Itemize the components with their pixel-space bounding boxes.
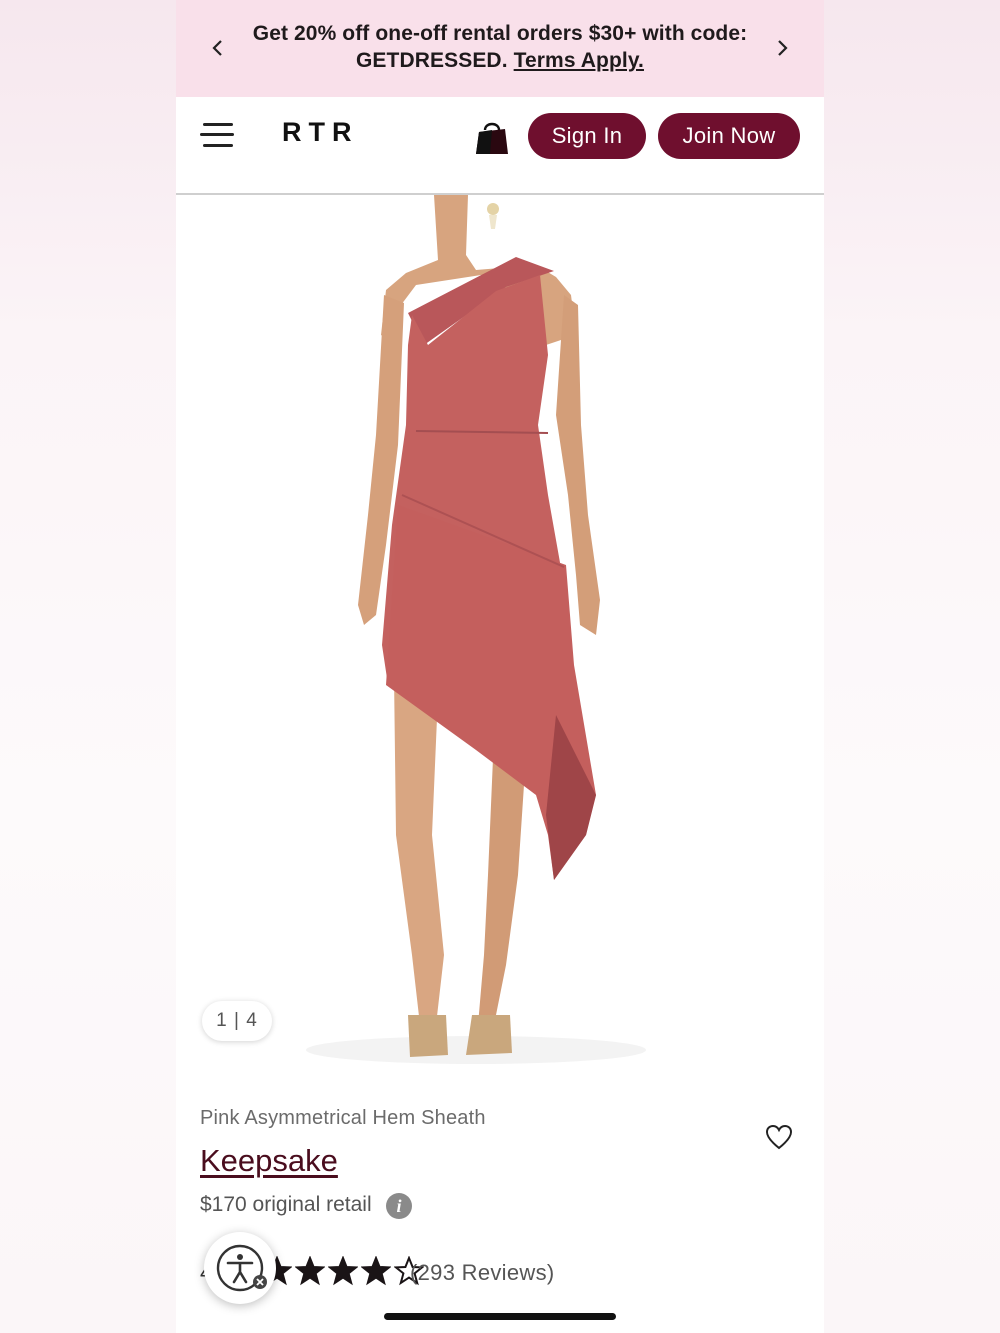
sign-in-button[interactable]: Sign In: [528, 113, 646, 159]
brand-link[interactable]: Keepsake: [200, 1143, 338, 1179]
star-icon: [360, 1255, 392, 1286]
terms-link[interactable]: Terms Apply.: [514, 49, 644, 72]
image-counter: 1 | 4: [202, 1001, 272, 1041]
reviews-link[interactable]: (293 Reviews): [410, 1260, 555, 1286]
model-in-dress-image: [306, 195, 646, 1064]
promo-banner: Get 20% off one-off rental orders $30+ w…: [176, 0, 824, 97]
product-image[interactable]: 1 | 4: [176, 195, 824, 1075]
heart-icon[interactable]: [765, 1124, 793, 1150]
shopping-bag-icon[interactable]: [472, 116, 512, 156]
home-indicator: [384, 1313, 616, 1320]
accessibility-icon: [216, 1244, 267, 1292]
promo-text: Get 20% off one-off rental orders $30+ w…: [236, 20, 764, 74]
chevron-right-icon[interactable]: [772, 38, 792, 58]
promo-line: Get 20% off one-off rental orders $30+ w…: [252, 22, 748, 45]
phone-screen: Get 20% off one-off rental orders $30+ w…: [176, 0, 824, 1333]
star-icon: [294, 1255, 326, 1286]
product-subtitle: Pink Asymmetrical Hem Sheath: [200, 1107, 486, 1129]
chevron-left-icon[interactable]: [208, 38, 228, 58]
info-icon[interactable]: i: [386, 1193, 412, 1219]
accessibility-button[interactable]: [204, 1232, 276, 1304]
site-header: RTR Sign In Join Now: [176, 97, 824, 195]
original-retail-price: $170 original retail: [200, 1193, 372, 1216]
rtr-logo[interactable]: RTR: [282, 117, 359, 148]
hamburger-menu-icon[interactable]: [200, 120, 236, 150]
join-now-button[interactable]: Join Now: [658, 113, 800, 159]
star-icon: [327, 1255, 359, 1286]
promo-code: GETDRESSED.: [356, 49, 508, 72]
